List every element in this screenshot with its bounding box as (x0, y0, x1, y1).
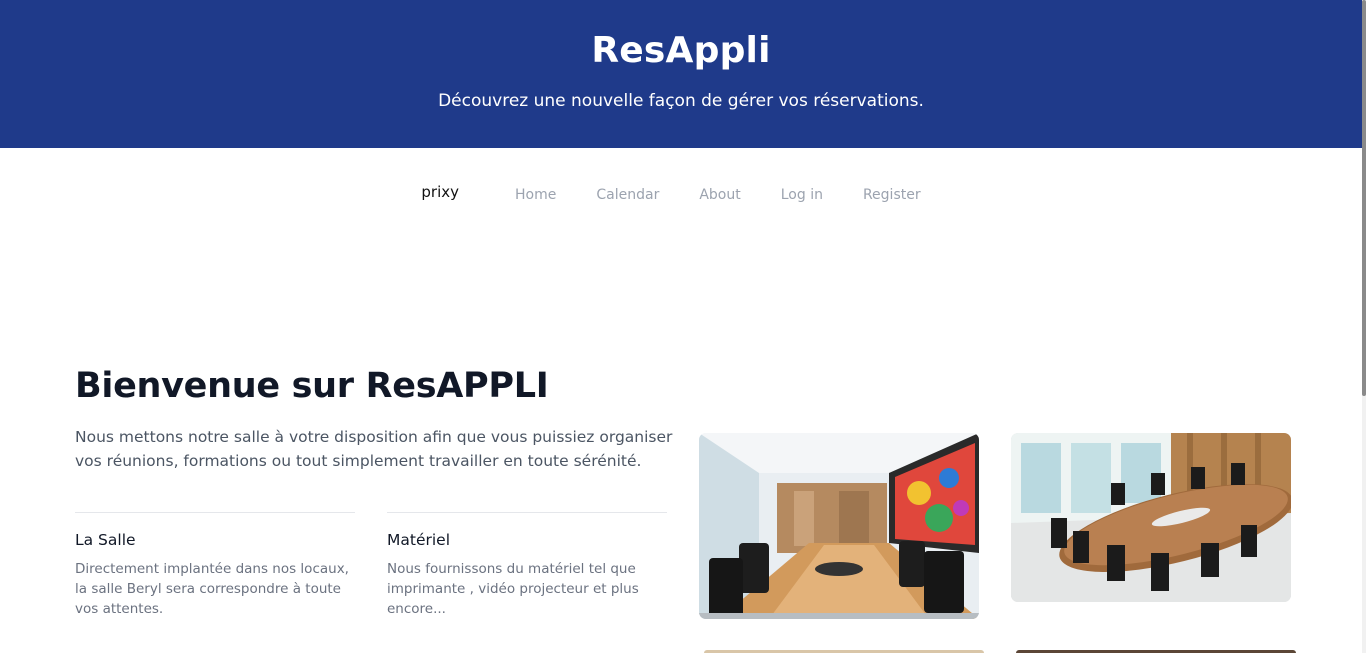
nav-brand[interactable]: prixy (421, 183, 459, 201)
meeting-room-oval-table-photo (1011, 433, 1291, 602)
feature-title: Matériel (387, 531, 451, 549)
conference-room-photo (699, 433, 979, 619)
feature-text: Directement implantée dans nos locaux, l… (75, 561, 349, 617)
feature-card-room: La Salle Directement implantée dans nos … (75, 512, 355, 619)
scrollbar-thumb[interactable] (1362, 0, 1366, 396)
nav-link-register[interactable]: Register (863, 187, 921, 203)
header-banner: ResAppli Découvrez une nouvelle façon de… (0, 0, 1362, 148)
feature-card-equipment: Matériel Nous fournissons du matériel te… (387, 512, 667, 619)
welcome-text: Nous mettons notre salle à votre disposi… (75, 428, 673, 470)
feature-text: Nous fournissons du matériel tel que imp… (387, 561, 639, 617)
nav-link-calendar[interactable]: Calendar (596, 187, 659, 203)
nav-link-home[interactable]: Home (515, 187, 556, 203)
site-subtitle: Découvrez une nouvelle façon de gérer vo… (438, 91, 924, 111)
nav-link-about[interactable]: About (699, 187, 740, 203)
site-title: ResAppli (591, 30, 771, 71)
main-nav: prixy Home Calendar About Log in Registe… (0, 178, 1362, 212)
feature-title: La Salle (75, 531, 136, 549)
welcome-title: Bienvenue sur ResAPPLI (75, 366, 549, 406)
nav-link-login[interactable]: Log in (781, 187, 823, 203)
